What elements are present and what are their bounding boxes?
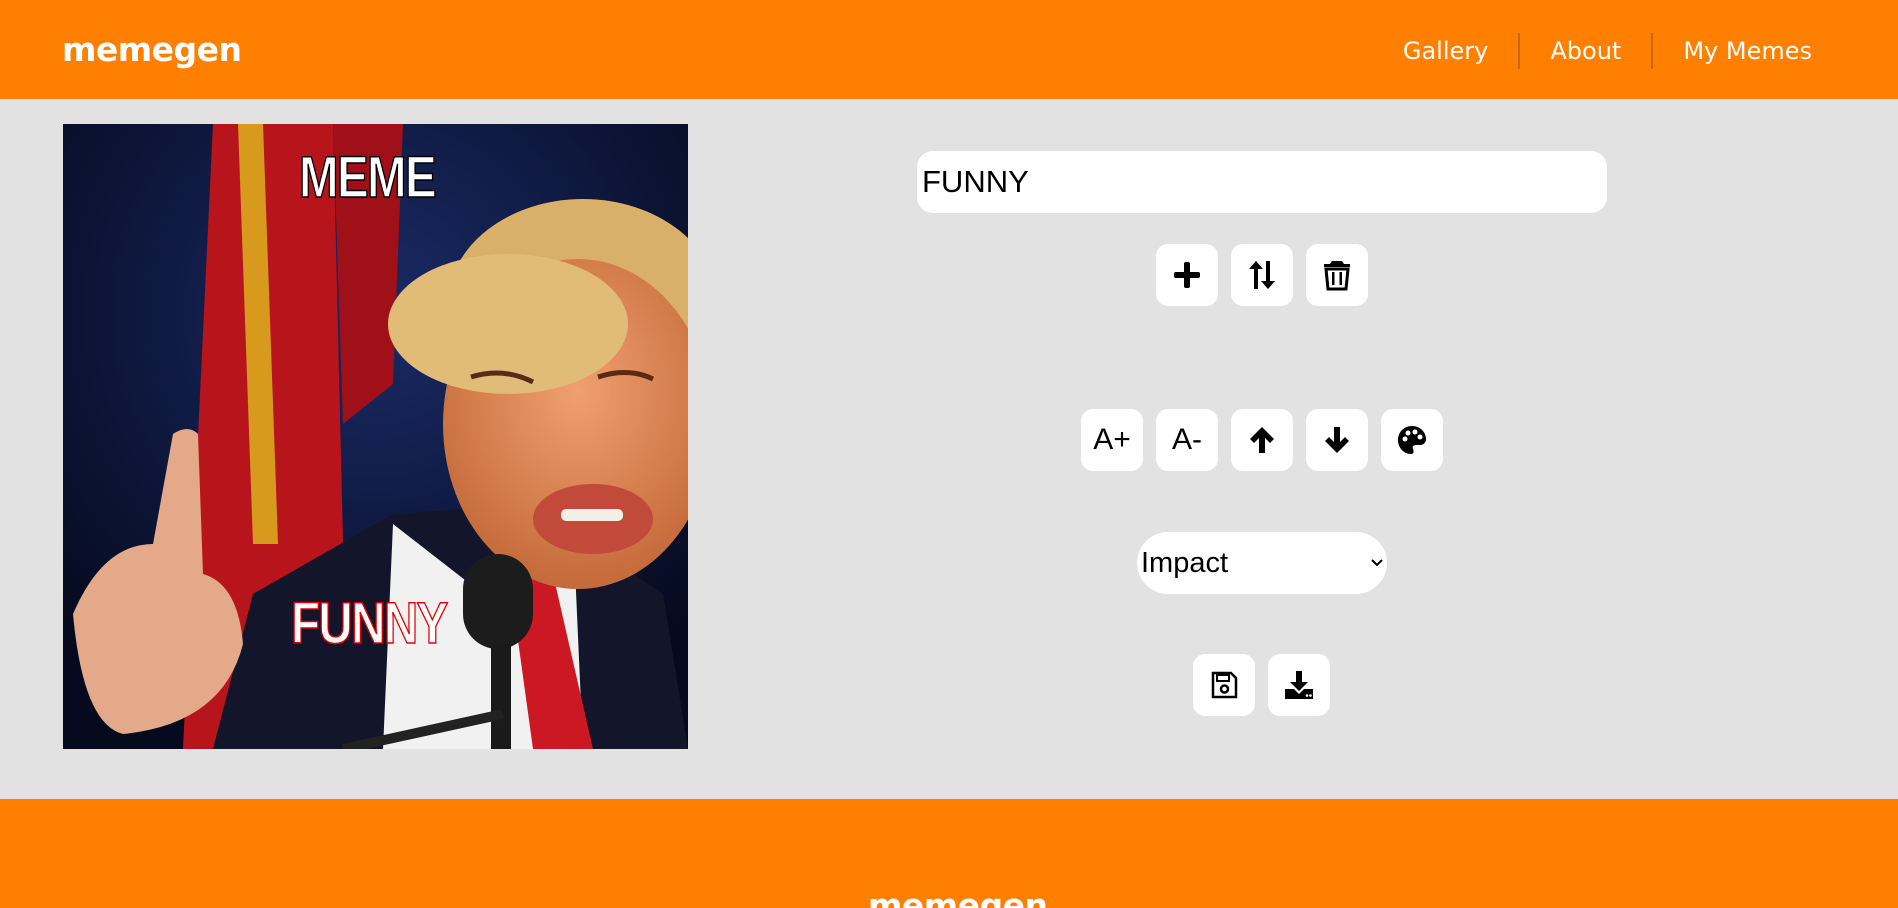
meme-top-text[interactable]: MEME [298,147,437,209]
meme-canvas[interactable]: MEME FUNNY [63,124,688,749]
move-up-button[interactable] [1231,409,1293,471]
floppy-disk-icon [1211,671,1238,699]
nav-my-memes-link[interactable]: My Memes [1683,33,1812,69]
footer: memegen [0,799,1898,908]
delete-line-button[interactable] [1306,244,1368,306]
arrow-down-icon [1325,427,1349,453]
editor-panel: A+ A- Impact [688,99,1898,799]
header: memegen Gallery About My Memes [0,0,1898,99]
save-meme-button[interactable] [1193,654,1255,716]
meme-text-input[interactable] [917,151,1607,213]
switch-line-button[interactable] [1231,244,1293,306]
trash-icon [1324,261,1350,291]
move-down-button[interactable] [1306,409,1368,471]
color-button[interactable] [1381,409,1443,471]
download-icon [1285,671,1313,699]
decrease-font-button[interactable]: A- [1156,409,1218,471]
main-nav: Gallery About My Memes [1403,33,1812,69]
nav-gallery-link[interactable]: Gallery [1403,33,1488,69]
footer-logo[interactable]: memegen [868,886,1048,908]
logo[interactable]: memegen [62,30,242,70]
nav-divider [1651,33,1654,69]
plus-icon [1174,262,1200,288]
add-line-button[interactable] [1156,244,1218,306]
nav-about-link[interactable]: About [1550,33,1621,69]
download-meme-button[interactable] [1268,654,1330,716]
swap-vertical-icon [1249,261,1275,289]
nav-divider [1518,33,1521,69]
increase-font-button[interactable]: A+ [1081,409,1143,471]
meme-bottom-text[interactable]: FUNNY [290,593,448,655]
palette-icon [1398,426,1426,454]
font-family-select[interactable]: Impact [1137,532,1387,594]
arrow-up-icon [1250,427,1274,453]
